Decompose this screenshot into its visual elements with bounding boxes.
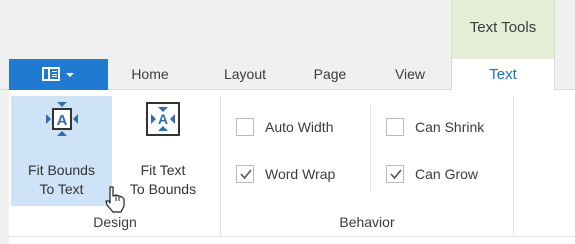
context-header-row: Text Tools xyxy=(0,0,575,59)
checkbox-box xyxy=(236,165,254,183)
word-wrap-label: Word Wrap xyxy=(265,166,336,182)
ribbon-window: Text Tools Home Layout Page View Text A … xyxy=(0,0,575,244)
chevron-down-icon xyxy=(66,73,74,77)
can-shrink-label: Can Shrink xyxy=(415,119,485,135)
fit-bounds-to-text-button[interactable]: A Fit Bounds To Text xyxy=(11,96,112,206)
tab-page[interactable]: Page xyxy=(300,59,360,90)
svg-text:A: A xyxy=(158,111,168,127)
group-label-design: Design xyxy=(93,214,137,230)
group-separator xyxy=(513,96,514,236)
auto-width-label: Auto Width xyxy=(265,119,334,135)
tab-layout[interactable]: Layout xyxy=(212,59,278,90)
layout-panel-icon xyxy=(42,67,60,81)
checkmark-icon xyxy=(240,169,252,180)
app-menu-button[interactable] xyxy=(9,59,108,90)
svg-text:A: A xyxy=(56,112,67,129)
checkbox-box xyxy=(386,165,404,183)
ribbon-left-edge xyxy=(0,90,9,244)
behavior-column-separator xyxy=(370,104,371,192)
fit-text-to-bounds-button[interactable]: A Fit Text To Bounds xyxy=(115,96,211,206)
checkbox-box xyxy=(386,118,404,136)
tab-strip: Home Layout Page View Text xyxy=(0,59,575,91)
checkbox-box xyxy=(236,118,254,136)
group-label-behavior: Behavior xyxy=(339,214,395,230)
fit-text-to-bounds-label: Fit Text To Bounds xyxy=(129,162,197,197)
context-tab-label: Text Tools xyxy=(469,19,537,36)
tab-home[interactable]: Home xyxy=(118,59,182,90)
mouse-pointer-icon xyxy=(105,186,125,213)
fit-bounds-to-text-icon: A xyxy=(45,102,78,136)
context-tab-text-tools: Text Tools xyxy=(451,0,555,59)
fit-text-to-bounds-icon: A xyxy=(146,102,180,136)
can-grow-label: Can Grow xyxy=(415,166,479,182)
checkmark-icon xyxy=(390,169,402,180)
ribbon-bottom-border xyxy=(9,236,575,237)
fit-bounds-to-text-label: Fit Bounds To Text xyxy=(28,162,95,197)
tab-view[interactable]: View xyxy=(382,59,438,90)
tab-text[interactable]: Text xyxy=(451,59,555,91)
